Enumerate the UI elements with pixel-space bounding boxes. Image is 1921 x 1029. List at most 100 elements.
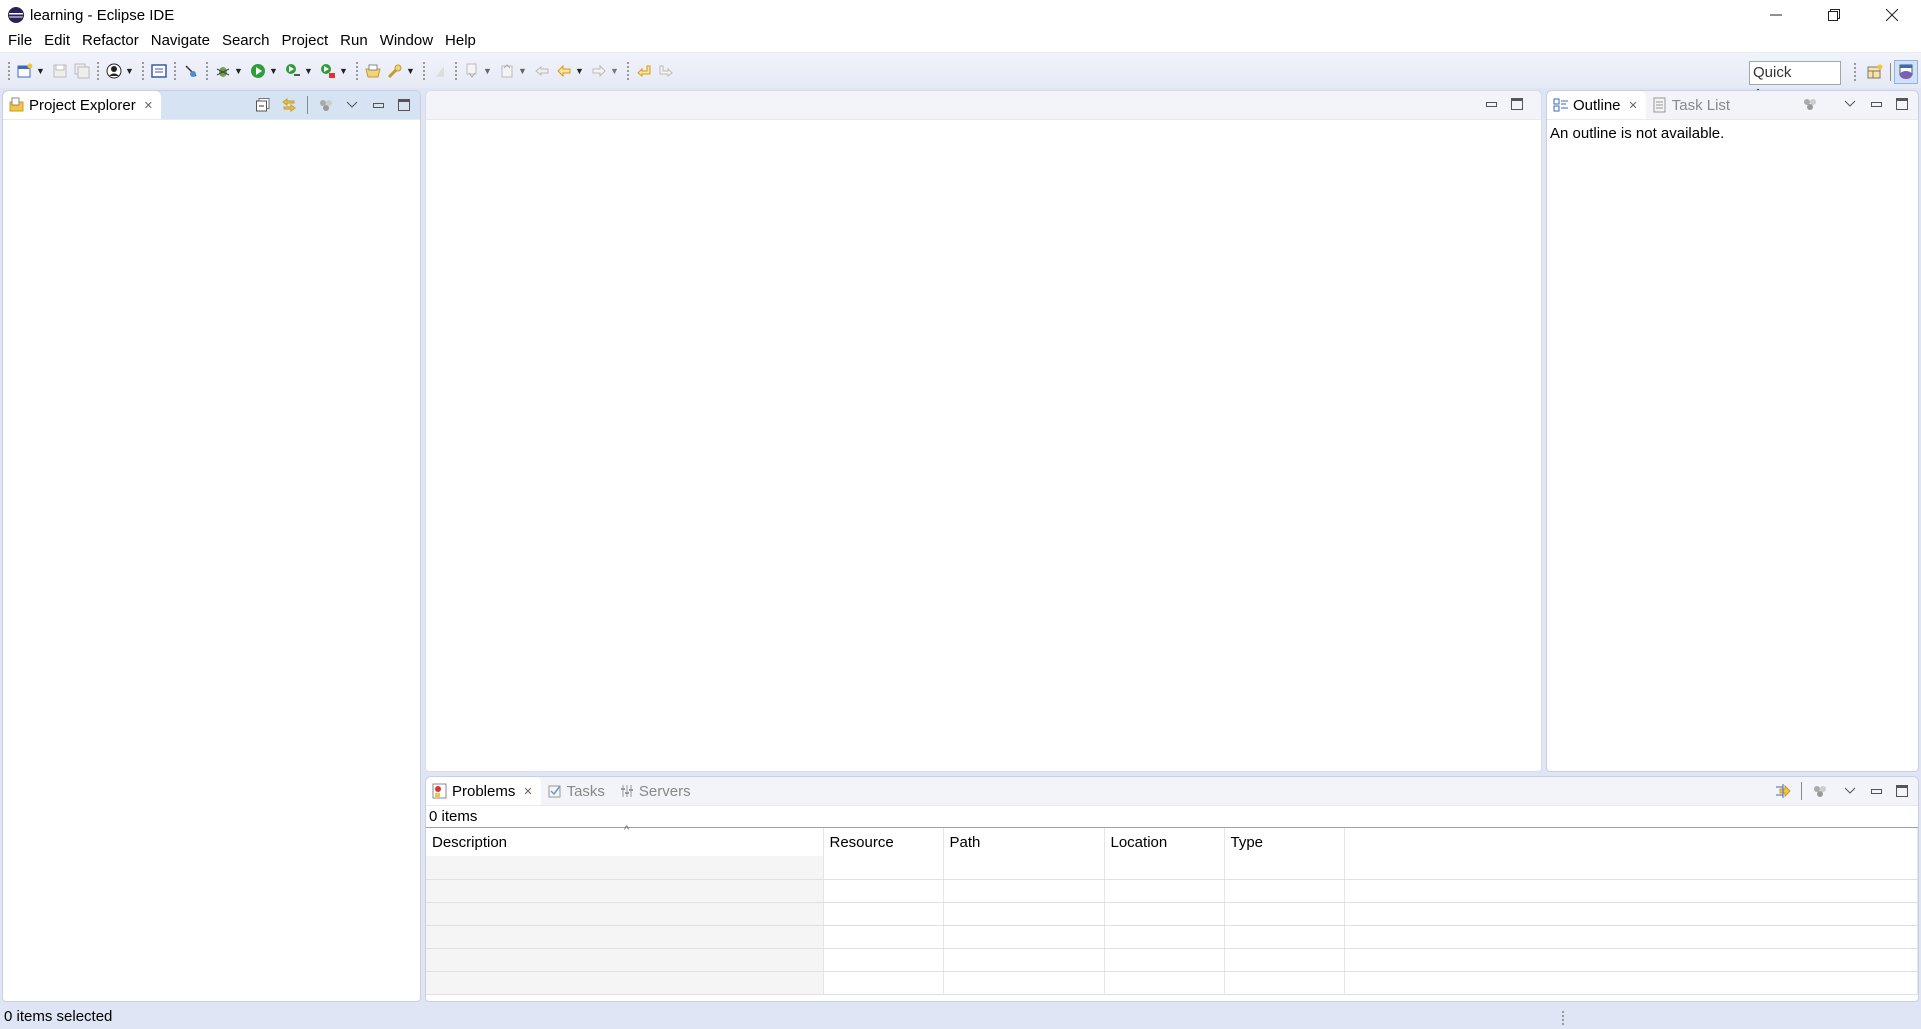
editor-content[interactable] bbox=[426, 120, 1541, 770]
column-header-description[interactable]: ^ Description bbox=[426, 824, 824, 856]
column-header-type[interactable]: Type bbox=[1224, 828, 1345, 856]
focus-on-problems-icon[interactable] bbox=[1775, 783, 1791, 799]
close-tab-icon[interactable]: ✕ bbox=[1629, 99, 1638, 112]
close-tab-icon[interactable]: ✕ bbox=[144, 99, 153, 112]
outline-message: An outline is not available. bbox=[1550, 125, 1725, 142]
previous-annotation-dropdown-icon[interactable]: ▼ bbox=[518, 66, 528, 76]
toggle-mark-occurrences-icon[interactable] bbox=[431, 62, 449, 80]
back-dropdown-icon[interactable]: ▼ bbox=[575, 66, 585, 76]
status-bar-grip[interactable] bbox=[1562, 1011, 1564, 1025]
collapse-all-icon[interactable] bbox=[255, 97, 271, 113]
tab-task-list[interactable]: Task List bbox=[1646, 91, 1738, 119]
unpin-icon[interactable] bbox=[657, 62, 675, 80]
pin-editor-icon[interactable] bbox=[635, 62, 653, 80]
save-icon[interactable] bbox=[51, 62, 69, 80]
run-icon[interactable] bbox=[249, 62, 267, 80]
column-header-resource[interactable]: Resource bbox=[823, 828, 944, 856]
view-toolbar bbox=[1775, 782, 1910, 800]
perspective-dropdown-icon[interactable]: ▼ bbox=[125, 66, 135, 76]
menu-project[interactable]: Project bbox=[275, 30, 334, 52]
menu-refactor[interactable]: Refactor bbox=[76, 30, 145, 52]
maximize-view-icon[interactable] bbox=[396, 97, 412, 113]
debug-dropdown-icon[interactable]: ▼ bbox=[234, 66, 244, 76]
skip-breakpoints-icon[interactable] bbox=[182, 62, 200, 80]
next-annotation-dropdown-icon[interactable]: ▼ bbox=[483, 66, 493, 76]
restore-button[interactable] bbox=[1805, 0, 1863, 30]
tab-tasks[interactable]: Tasks bbox=[541, 777, 613, 805]
view-menu-icon[interactable] bbox=[1842, 96, 1858, 112]
forward-dropdown-icon[interactable]: ▼ bbox=[610, 66, 620, 76]
toolbar-separator bbox=[142, 61, 144, 80]
quick-access-input[interactable]: Quick Access bbox=[1749, 61, 1841, 103]
minimize-view-icon[interactable] bbox=[370, 97, 386, 113]
coverage-dropdown-icon[interactable]: ▼ bbox=[304, 66, 314, 76]
toolbar-separator bbox=[174, 61, 176, 80]
close-tab-icon[interactable]: ✕ bbox=[523, 785, 532, 798]
search-dropdown-icon[interactable]: ▼ bbox=[406, 66, 416, 76]
menu-edit[interactable]: Edit bbox=[38, 30, 76, 52]
coverage-icon[interactable] bbox=[284, 62, 302, 80]
new-dropdown-icon[interactable]: ▼ bbox=[36, 66, 46, 76]
tab-outline[interactable]: Outline ✕ bbox=[1547, 91, 1646, 119]
main-toolbar: ▼ ▼ ▼ ▼ ▼ ▼ ▼ ▼ ▼ ▼ ▼ Quick Access bbox=[0, 52, 1921, 103]
console-icon[interactable] bbox=[150, 62, 168, 80]
back-icon[interactable] bbox=[555, 62, 573, 80]
tab-project-explorer[interactable]: Project Explorer ✕ bbox=[3, 91, 161, 119]
minimize-button[interactable] bbox=[1747, 0, 1805, 30]
project-explorer-header: Project Explorer ✕ bbox=[3, 91, 420, 120]
link-with-editor-icon[interactable] bbox=[281, 97, 297, 113]
view-menu-icon[interactable] bbox=[344, 97, 360, 113]
table-row bbox=[426, 879, 1918, 903]
column-header-path[interactable]: Path bbox=[943, 828, 1105, 856]
maximize-view-icon[interactable] bbox=[1894, 783, 1910, 799]
minimize-view-icon[interactable] bbox=[1868, 96, 1884, 112]
debug-icon[interactable] bbox=[214, 62, 232, 80]
open-perspective-icon bbox=[1867, 64, 1883, 79]
external-tools-dropdown-icon[interactable]: ▼ bbox=[339, 66, 349, 76]
menu-help[interactable]: Help bbox=[439, 30, 482, 52]
maximize-view-icon[interactable] bbox=[1894, 96, 1910, 112]
minimize-editor-icon[interactable] bbox=[1483, 96, 1499, 112]
toolbar-grip[interactable] bbox=[1854, 63, 1856, 81]
menu-navigate[interactable]: Navigate bbox=[145, 30, 216, 52]
column-header-location[interactable]: Location bbox=[1104, 828, 1225, 856]
next-annotation-icon[interactable] bbox=[463, 62, 481, 80]
menu-file[interactable]: File bbox=[2, 30, 38, 52]
menu-run[interactable]: Run bbox=[334, 30, 374, 52]
menu-bar: File Edit Refactor Navigate Search Proje… bbox=[0, 30, 1921, 52]
window-controls bbox=[1747, 0, 1921, 30]
focus-on-active-task-icon[interactable] bbox=[1802, 96, 1818, 112]
maximize-editor-icon[interactable] bbox=[1509, 96, 1525, 112]
last-edit-location-icon[interactable] bbox=[533, 62, 551, 80]
open-perspective-button[interactable] bbox=[1863, 60, 1887, 84]
close-window-button[interactable] bbox=[1863, 0, 1921, 30]
save-all-icon[interactable] bbox=[73, 62, 91, 80]
menu-search[interactable]: Search bbox=[216, 30, 276, 52]
view-toolbar bbox=[1802, 96, 1910, 112]
tab-servers[interactable]: Servers bbox=[613, 777, 699, 805]
java-ee-perspective-button[interactable] bbox=[1894, 60, 1918, 84]
focus-on-active-task-icon[interactable] bbox=[318, 97, 334, 113]
new-wizard-icon[interactable] bbox=[16, 62, 34, 80]
previous-annotation-icon[interactable] bbox=[498, 62, 516, 80]
menu-window[interactable]: Window bbox=[374, 30, 439, 52]
view-menu-icon[interactable] bbox=[1842, 783, 1858, 799]
open-type-icon[interactable] bbox=[364, 62, 382, 80]
minimize-view-icon[interactable] bbox=[1868, 783, 1884, 799]
search-icon[interactable] bbox=[386, 62, 404, 80]
tab-problems[interactable]: Problems ✕ bbox=[426, 777, 541, 805]
table-row bbox=[426, 948, 1918, 972]
run-dropdown-icon[interactable]: ▼ bbox=[269, 66, 279, 76]
project-explorer-panel: Project Explorer ✕ bbox=[2, 90, 421, 1002]
editor-area bbox=[425, 90, 1542, 772]
toolbar-grip[interactable] bbox=[8, 61, 10, 80]
table-row bbox=[426, 902, 1918, 926]
perspective-separator bbox=[1890, 63, 1891, 81]
forward-icon[interactable] bbox=[590, 62, 608, 80]
outline-header: Outline ✕ Task List bbox=[1547, 91, 1918, 120]
java-ee-perspective-icon[interactable] bbox=[105, 62, 123, 80]
focus-on-active-task-icon[interactable] bbox=[1812, 783, 1828, 799]
project-tree[interactable] bbox=[3, 120, 420, 1000]
external-tools-icon[interactable] bbox=[319, 62, 337, 80]
toolbar-separator bbox=[627, 61, 629, 80]
